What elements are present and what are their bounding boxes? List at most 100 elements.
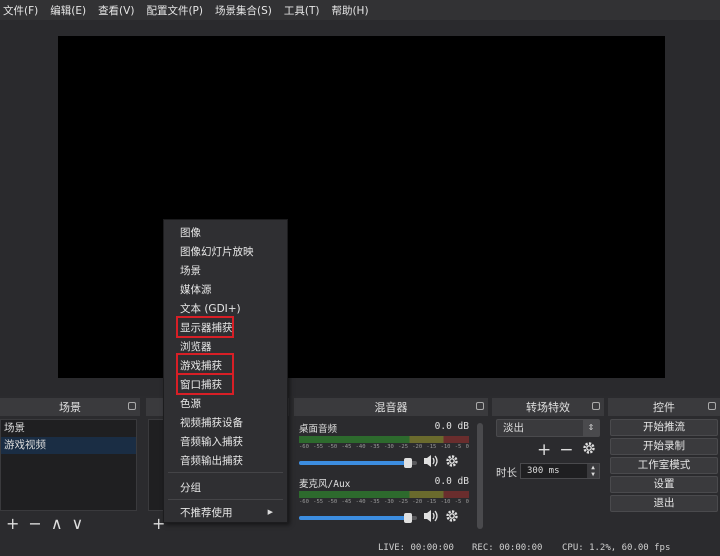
transitions-dock-title: 转场特效: [526, 401, 570, 414]
live-status: LIVE: 00:00:00: [378, 543, 454, 553]
meter-tick-label: -25: [398, 499, 409, 505]
menu-help[interactable]: 帮助(H): [325, 3, 374, 18]
audio-mixer: 桌面音频 0.0 dB -60 -55 -50 -45 -40 -35 -30 -25 -20-…: [295, 419, 485, 533]
menu-item-image[interactable]: 图像: [180, 225, 201, 240]
scene-item[interactable]: 场景: [1, 420, 136, 437]
start-recording-button[interactable]: 开始录制: [610, 438, 718, 455]
meter-tick-label: -45: [341, 444, 352, 450]
transitions-panel: 淡出 ⇕ + − 时长 300 ms ▲ ▼: [492, 419, 606, 533]
mixer-scrollbar[interactable]: [477, 423, 483, 529]
transition-select[interactable]: 淡出 ⇕: [496, 419, 600, 437]
duration-value: 300 ms: [527, 466, 560, 476]
menu-file[interactable]: 文件(F): [0, 3, 44, 18]
scenes-dock-title: 场景: [59, 401, 81, 414]
meter-tick-label: 0: [465, 444, 469, 450]
menu-item-video-capture-device[interactable]: 视频捕获设备: [180, 415, 243, 430]
menu-item-group[interactable]: 分组: [180, 480, 201, 495]
chevron-updown-icon: ⇕: [583, 420, 599, 436]
menu-separator: [168, 472, 283, 473]
highlight-display-capture: [176, 316, 234, 338]
transition-selected-value: 淡出: [503, 422, 524, 434]
menu-item-audio-input-capture[interactable]: 音频输入捕获: [180, 434, 243, 449]
menu-view[interactable]: 查看(V): [92, 3, 140, 18]
meter-tick-label: -45: [341, 499, 352, 505]
cpu-status: CPU: 1.2%, 60.00 fps: [562, 543, 671, 553]
meter-tick-label: 0: [465, 499, 469, 505]
volume-slider[interactable]: [299, 512, 417, 523]
menu-item-deprecated[interactable]: 不推荐使用: [180, 505, 233, 520]
menu-separator: [168, 499, 283, 500]
meter-tick-label: -15: [426, 444, 437, 450]
rec-status: REC: 00:00:00: [472, 543, 543, 553]
gear-icon[interactable]: [445, 509, 459, 526]
menu-profile[interactable]: 配置文件(P): [140, 3, 209, 18]
add-scene-icon[interactable]: +: [6, 514, 19, 533]
speaker-icon[interactable]: [423, 454, 439, 471]
speaker-icon[interactable]: [423, 509, 439, 526]
float-icon[interactable]: [708, 402, 716, 410]
meter-tick-label: -50: [327, 499, 338, 505]
add-transition-icon[interactable]: +: [537, 440, 551, 460]
menu-edit[interactable]: 编辑(E): [44, 3, 92, 18]
transitions-dock-header: 转场特效: [492, 398, 604, 416]
preview-canvas[interactable]: [58, 36, 665, 378]
scenes-dock-header: 场景: [0, 398, 140, 416]
menu-tools[interactable]: 工具(T): [278, 3, 326, 18]
meter-tick-label: -20: [412, 444, 423, 450]
meter-tick-label: -40: [355, 444, 366, 450]
meter-tick-label: -35: [369, 444, 380, 450]
meter-scale: -60 -55 -50 -45 -40 -35 -30 -25 -20 -15 -10 -5 0: [299, 499, 469, 505]
float-icon[interactable]: [476, 402, 484, 410]
meter-tick-label: -60: [299, 444, 309, 450]
volume-slider-thumb[interactable]: [403, 457, 412, 468]
channel-name: 桌面音频: [299, 424, 338, 435]
remove-transition-icon[interactable]: −: [559, 440, 573, 460]
scenes-toolbar: + − ∧ ∨: [0, 512, 83, 534]
mixer-channel-desktop: 桌面音频 0.0 dB -60 -55 -50 -45 -40 -35 -30 -25 -20-…: [299, 421, 469, 471]
highlight-game-capture: [176, 353, 234, 375]
meter-scale: -60 -55 -50 -45 -40 -35 -30 -25 -20 -15 -10 -5 0: [299, 444, 469, 450]
meter-tick-label: -30: [383, 444, 394, 450]
float-icon[interactable]: [128, 402, 136, 410]
spinner-icon[interactable]: ▲ ▼: [587, 464, 599, 478]
studio-mode-button[interactable]: 工作室模式: [610, 457, 718, 474]
menu-item-image-slideshow[interactable]: 图像幻灯片放映: [180, 244, 254, 259]
menu-scene-collection[interactable]: 场景集合(S): [209, 3, 278, 18]
meter-tick-label: -10: [440, 499, 451, 505]
move-up-icon[interactable]: ∧: [51, 514, 63, 533]
gear-icon[interactable]: [445, 454, 459, 471]
menu-item-text-gdi[interactable]: 文本 (GDI+): [180, 301, 241, 316]
volume-slider-fill: [299, 515, 408, 520]
duration-input[interactable]: 300 ms ▲ ▼: [520, 463, 600, 479]
volume-slider-fill: [299, 460, 408, 465]
menu-item-scene[interactable]: 场景: [180, 263, 201, 278]
mixer-channel-mic: 麦克风/Aux 0.0 dB -60 -55 -50 -45 -40 -35 -30 -25-…: [299, 476, 469, 526]
mixer-dock-header: 混音器: [294, 398, 488, 416]
chevron-right-icon: ▶: [267, 508, 273, 516]
settings-button[interactable]: 设置: [610, 476, 718, 493]
gear-icon[interactable]: [582, 440, 596, 460]
meter-tick-label: -15: [426, 499, 437, 505]
exit-button[interactable]: 退出: [610, 495, 718, 512]
status-bar: LIVE: 00:00:00 REC: 00:00:00 CPU: 1.2%, …: [0, 540, 720, 556]
meter-tick-label: -5: [454, 444, 462, 450]
menu-item-color-source[interactable]: 色源: [180, 396, 201, 411]
controls-dock-title: 控件: [653, 401, 675, 414]
volume-slider[interactable]: [299, 457, 417, 468]
meter-tick-label: -20: [412, 499, 423, 505]
meter-tick-label: -50: [327, 444, 338, 450]
menu-item-browser[interactable]: 浏览器: [180, 339, 212, 354]
scene-item-selected[interactable]: 游戏视频: [1, 437, 136, 454]
start-streaming-button[interactable]: 开始推流: [610, 419, 718, 436]
scene-list: 场景 游戏视频: [0, 419, 137, 511]
menu-item-audio-output-capture[interactable]: 音频输出捕获: [180, 453, 243, 468]
float-icon[interactable]: [592, 402, 600, 410]
meter-tick-label: -40: [355, 499, 366, 505]
channel-name: 麦克风/Aux: [299, 479, 351, 490]
duration-label: 时长: [496, 467, 517, 479]
menu-item-media-source[interactable]: 媒体源: [180, 282, 212, 297]
volume-slider-thumb[interactable]: [403, 512, 412, 523]
menu-bar: 文件(F) 编辑(E) 查看(V) 配置文件(P) 场景集合(S) 工具(T) …: [0, 0, 720, 20]
move-down-icon[interactable]: ∨: [72, 514, 84, 533]
remove-scene-icon[interactable]: −: [28, 514, 41, 533]
